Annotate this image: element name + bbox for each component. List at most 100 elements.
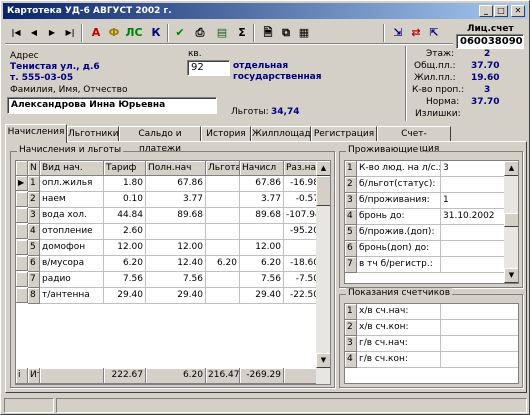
- charges-cell[interactable]: наем: [40, 192, 104, 208]
- meters-table[interactable]: 1 х/в сч.нач: 2 х/в сч.кон: 3 г/в сч.нач: 4 г/в…: [344, 303, 519, 384]
- residents-table[interactable]: 1 К-во люд. на л/с.: 3 2 б/льгот(статус): 3 б/…: [344, 160, 519, 284]
- charges-cell[interactable]: отопление: [40, 224, 104, 240]
- charges-cell[interactable]: 67.86: [240, 176, 284, 192]
- exchange-button[interactable]: ⇄: [407, 22, 425, 44]
- payment-button[interactable]: ▤: [213, 22, 231, 44]
- charges-cell[interactable]: 5: [28, 240, 40, 256]
- row-indicator[interactable]: [16, 256, 28, 271]
- charges-col-header[interactable]: Тариф: [104, 161, 146, 176]
- tab-4[interactable]: История: [201, 126, 251, 142]
- table-button[interactable]: ▦: [295, 22, 313, 44]
- charges-cell[interactable]: [206, 176, 240, 192]
- charges-cell[interactable]: [206, 288, 240, 304]
- charges-cell[interactable]: 6.20: [240, 256, 284, 272]
- scroll-thumb[interactable]: [504, 213, 518, 227]
- minimize-button[interactable]: _: [479, 5, 493, 17]
- row-indicator[interactable]: [16, 224, 28, 239]
- charges-cell[interactable]: 6: [28, 256, 40, 272]
- copy-button[interactable]: ⧉: [277, 22, 295, 44]
- charges-col-header[interactable]: N: [28, 161, 40, 176]
- charges-cell[interactable]: 7.56: [240, 272, 284, 288]
- charges-cell[interactable]: 1: [28, 176, 40, 192]
- charges-cell[interactable]: радио: [40, 272, 104, 288]
- sum-button[interactable]: Σ: [233, 22, 251, 44]
- charges-col-header[interactable]: Полн.нач: [146, 161, 206, 176]
- charges-cell[interactable]: 12.00: [240, 240, 284, 256]
- charges-cell[interactable]: 12.00: [146, 240, 206, 256]
- charges-cell[interactable]: опл.жилья: [40, 176, 104, 192]
- charges-cell[interactable]: 89.68: [240, 208, 284, 224]
- charges-cell[interactable]: 2.60: [104, 224, 146, 240]
- row-indicator[interactable]: [16, 272, 28, 287]
- charges-cell[interactable]: домофон: [40, 240, 104, 256]
- tab-7[interactable]: Счет-квитанция: [377, 126, 451, 154]
- charges-col-header[interactable]: Льгота: [206, 161, 240, 176]
- account-field[interactable]: 060038090: [456, 34, 524, 49]
- residents-value[interactable]: [441, 257, 505, 273]
- scroll-down-button[interactable]: ▼: [316, 353, 330, 368]
- charges-cell[interactable]: 6.20: [206, 256, 240, 272]
- charges-cell[interactable]: [206, 272, 240, 288]
- print-button[interactable]: ⎙: [191, 22, 209, 44]
- charges-cell[interactable]: 3.77: [240, 192, 284, 208]
- close-button[interactable]: ✕: [511, 5, 525, 17]
- import-button[interactable]: ⇲: [389, 22, 407, 44]
- charges-cell[interactable]: 0.10: [104, 192, 146, 208]
- charges-cell[interactable]: в/мусора: [40, 256, 104, 272]
- last-record-button[interactable]: ▶|: [61, 22, 79, 44]
- residents-value[interactable]: [441, 177, 505, 193]
- charges-cell[interactable]: т/антенна: [40, 288, 104, 304]
- charges-cell[interactable]: 89.68: [146, 208, 206, 224]
- scroll-thumb[interactable]: [316, 176, 330, 206]
- export-button[interactable]: ⇱: [425, 22, 443, 44]
- charges-table[interactable]: N Вид нач. Тариф Полн.нач Льгота Начисл Раз.на…: [15, 160, 331, 385]
- scroll-down-button[interactable]: ▼: [504, 268, 518, 283]
- charges-cell[interactable]: 7.56: [146, 272, 206, 288]
- charges-cell[interactable]: 3: [28, 208, 40, 224]
- charges-cell[interactable]: [206, 192, 240, 208]
- filter-ls-button[interactable]: ЛС: [125, 22, 143, 44]
- name-field[interactable]: Александрова Инна Юрьевна: [7, 97, 217, 114]
- filter-a-button[interactable]: А: [87, 22, 105, 44]
- scroll-up-button[interactable]: ▲: [504, 161, 518, 176]
- meters-value[interactable]: [441, 304, 518, 320]
- residents-value[interactable]: [441, 241, 505, 257]
- meters-value[interactable]: [441, 352, 518, 368]
- residents-value[interactable]: [441, 225, 505, 241]
- charges-cell[interactable]: 29.40: [146, 288, 206, 304]
- charges-cell[interactable]: 8: [28, 288, 40, 304]
- scroll-up-button[interactable]: ▲: [316, 161, 330, 176]
- charges-cell[interactable]: 7.56: [104, 272, 146, 288]
- charges-cell[interactable]: [206, 240, 240, 256]
- charges-cell[interactable]: 2: [28, 192, 40, 208]
- charges-cell[interactable]: 44.84: [104, 208, 146, 224]
- row-indicator[interactable]: ▶: [16, 176, 28, 191]
- flat-field[interactable]: 92: [187, 60, 230, 76]
- charges-cell[interactable]: [240, 224, 284, 240]
- prev-record-button[interactable]: ◀: [25, 22, 43, 44]
- charges-cell[interactable]: 6.20: [104, 256, 146, 272]
- meters-value[interactable]: [441, 336, 518, 352]
- tab-5[interactable]: Жилплощадь: [251, 126, 316, 142]
- charges-cell[interactable]: 12.40: [146, 256, 206, 272]
- charges-cell[interactable]: 29.40: [240, 288, 284, 304]
- confirm-button[interactable]: ✔: [171, 22, 189, 44]
- filter-f-button[interactable]: Ф: [105, 22, 123, 44]
- row-indicator[interactable]: [16, 208, 28, 223]
- charges-cell[interactable]: 4: [28, 224, 40, 240]
- meters-value[interactable]: [441, 320, 518, 336]
- charges-cell[interactable]: 3.77: [146, 192, 206, 208]
- residents-scrollbar[interactable]: ▲ ▼: [504, 161, 518, 283]
- charges-cell[interactable]: 67.86: [146, 176, 206, 192]
- tab-1[interactable]: Начисления: [5, 124, 67, 143]
- charges-cell[interactable]: 29.40: [104, 288, 146, 304]
- residents-value[interactable]: 3: [441, 161, 505, 177]
- charges-cell[interactable]: [146, 224, 206, 240]
- charges-cell[interactable]: 12.00: [104, 240, 146, 256]
- filter-k-button[interactable]: К: [147, 22, 165, 44]
- tab-2[interactable]: Льготники: [67, 126, 119, 142]
- charges-col-header[interactable]: Вид нач.: [40, 161, 104, 176]
- residents-value[interactable]: 1: [441, 193, 505, 209]
- row-indicator[interactable]: [16, 240, 28, 255]
- charges-scrollbar[interactable]: ▲ ▼: [316, 161, 330, 384]
